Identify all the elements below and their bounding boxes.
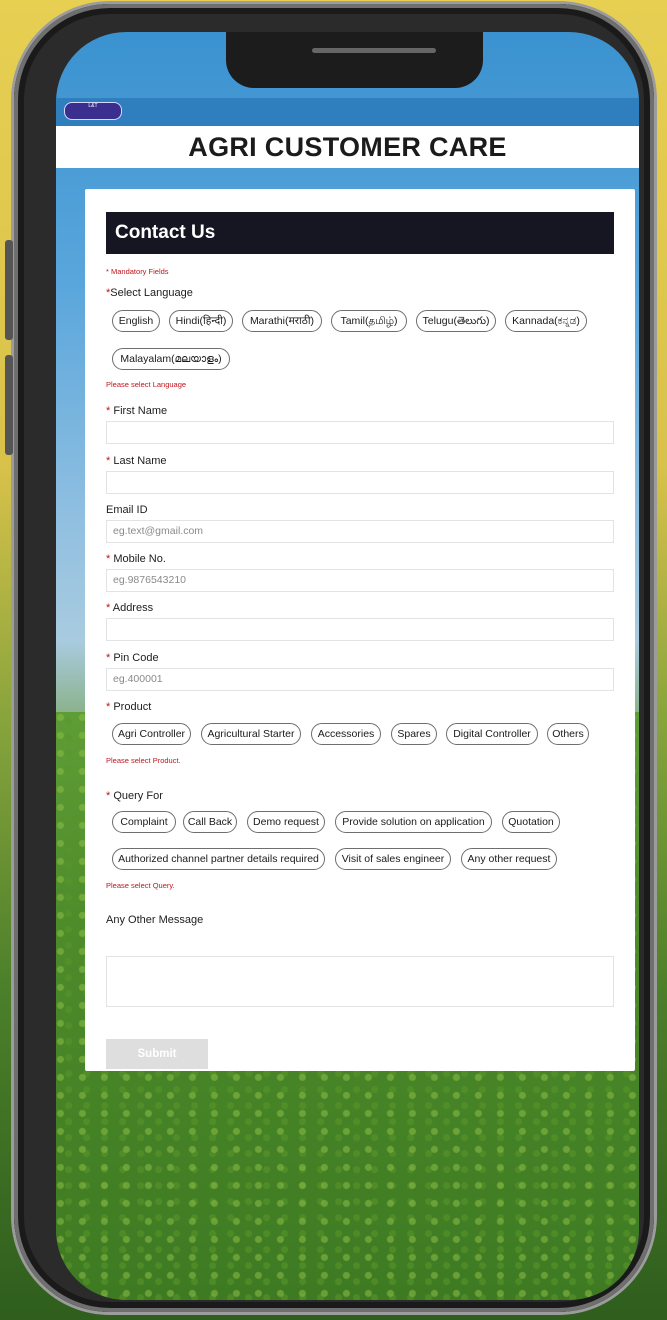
page-title: AGRI CUSTOMER CARE [188, 132, 507, 162]
product-error: Please select Product. [106, 756, 181, 765]
language-chip-malayalam[interactable]: Malayalam(മലയാളം) [112, 348, 230, 370]
query-chip-any-other-request[interactable]: Any other request [461, 848, 557, 870]
contact-form-card: Contact Us * Mandatory Fields *Select La… [85, 189, 635, 1071]
email-label: Email ID [106, 504, 148, 516]
pincode-label: * Pin Code [106, 652, 159, 664]
language-chip-tamil[interactable]: Tamil(தமிழ்) [331, 310, 407, 332]
address-field[interactable] [106, 618, 614, 641]
query-chip-provide-solution[interactable]: Provide solution on application [335, 811, 492, 833]
phone-notch [226, 32, 483, 88]
query-chip-complaint[interactable]: Complaint [112, 811, 176, 833]
pincode-field[interactable]: eg.400001 [106, 668, 614, 691]
query-chip-demo-request[interactable]: Demo request [247, 811, 325, 833]
mandatory-note: * Mandatory Fields [106, 267, 169, 276]
first-name-label: * First Name [106, 405, 168, 417]
speaker-grille [312, 48, 436, 53]
phone-frame: L&T AGRI CUSTOMER CARE Contact Us * Mand… [14, 4, 654, 1312]
mobile-label: * Mobile No. [106, 553, 166, 565]
product-chip-accessories[interactable]: Accessories [311, 723, 381, 745]
product-chip-digital-controller[interactable]: Digital Controller [446, 723, 538, 745]
query-label: * Query For [106, 790, 163, 802]
email-field[interactable]: eg.text@gmail.com [106, 520, 614, 543]
address-label: * Address [106, 602, 154, 614]
query-chip-visit-sales-engineer[interactable]: Visit of sales engineer [335, 848, 451, 870]
product-chip-others[interactable]: Others [547, 723, 589, 745]
phone-side-button [5, 240, 13, 340]
language-label: *Select Language [106, 287, 193, 299]
form-heading: Contact Us [106, 212, 614, 254]
product-chip-agricultural-starter[interactable]: Agricultural Starter [201, 723, 301, 745]
last-name-label: * Last Name [106, 455, 167, 467]
company-logo: L&T [64, 102, 122, 120]
phone-screen: L&T AGRI CUSTOMER CARE Contact Us * Mand… [56, 32, 639, 1300]
query-error: Please select Query. [106, 881, 175, 890]
language-chip-english[interactable]: English [112, 310, 160, 332]
mobile-field[interactable]: eg.9876543210 [106, 569, 614, 592]
product-chip-agri-controller[interactable]: Agri Controller [112, 723, 191, 745]
language-chip-telugu[interactable]: Telugu(తెలుగు) [416, 310, 496, 332]
language-chip-hindi[interactable]: Hindi(हिन्दी) [169, 310, 233, 332]
query-chip-quotation[interactable]: Quotation [502, 811, 560, 833]
query-chip-call-back[interactable]: Call Back [183, 811, 237, 833]
top-banner [56, 98, 639, 126]
product-chip-spares[interactable]: Spares [391, 723, 437, 745]
query-chip-channel-partner[interactable]: Authorized channel partner details requi… [112, 848, 325, 870]
message-label: Any Other Message [106, 914, 204, 926]
language-chip-marathi[interactable]: Marathi(मराठी) [242, 310, 322, 332]
phone-side-button-2 [5, 355, 13, 455]
language-error: Please select Language [106, 380, 187, 389]
message-textarea[interactable] [106, 956, 614, 1007]
submit-button[interactable]: Submit [106, 1039, 208, 1069]
last-name-field[interactable] [106, 471, 614, 494]
language-chip-kannada[interactable]: Kannada(ಕನ್ನಡ) [505, 310, 587, 332]
first-name-field[interactable] [106, 421, 614, 444]
product-label: * Product [106, 701, 152, 713]
